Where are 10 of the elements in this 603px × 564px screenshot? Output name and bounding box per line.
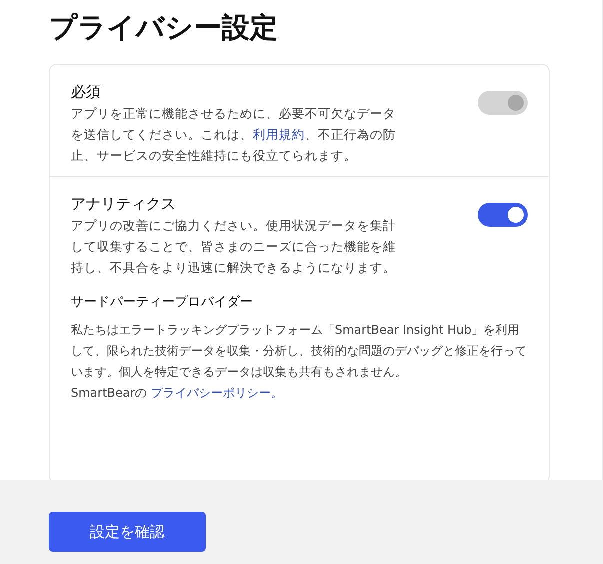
toggle-switch[interactable]: [478, 203, 528, 227]
section-title: サードパーティープロバイダー: [71, 294, 254, 312]
section-title: 必須: [71, 82, 102, 103]
confirm-button[interactable]: 設定を確認: [49, 512, 206, 552]
provider-description: 私たちはエラートラッキングプラットフォーム「SmartBear Insight Hub」を利用して、限られた技術データを収集・分析し、技術的な問題のデバッグと修正を行っています。個人を特定できるデータは収集も共有もされません。 SmartBearの プライバシーポリシー。: [71, 322, 528, 402]
section-description: アプリを正常に機能させるために、必要不可欠なデータを送信してください。これは、利用規約、不正行為の防止、サービスの安全性維持にも役立てられます。: [71, 105, 397, 165]
privacy-policy-link[interactable]: プライバシーポリシー。: [151, 386, 284, 400]
section-title: アナリティクス: [71, 194, 177, 215]
section-description: アプリの改善にご協力ください。使用状況データを集計して収集することで、皆さまのニーズに合った機能を維持し、不具合をより迅速に解決できるようになります。: [71, 217, 397, 277]
page-title: プライバシー設定: [49, 10, 279, 46]
